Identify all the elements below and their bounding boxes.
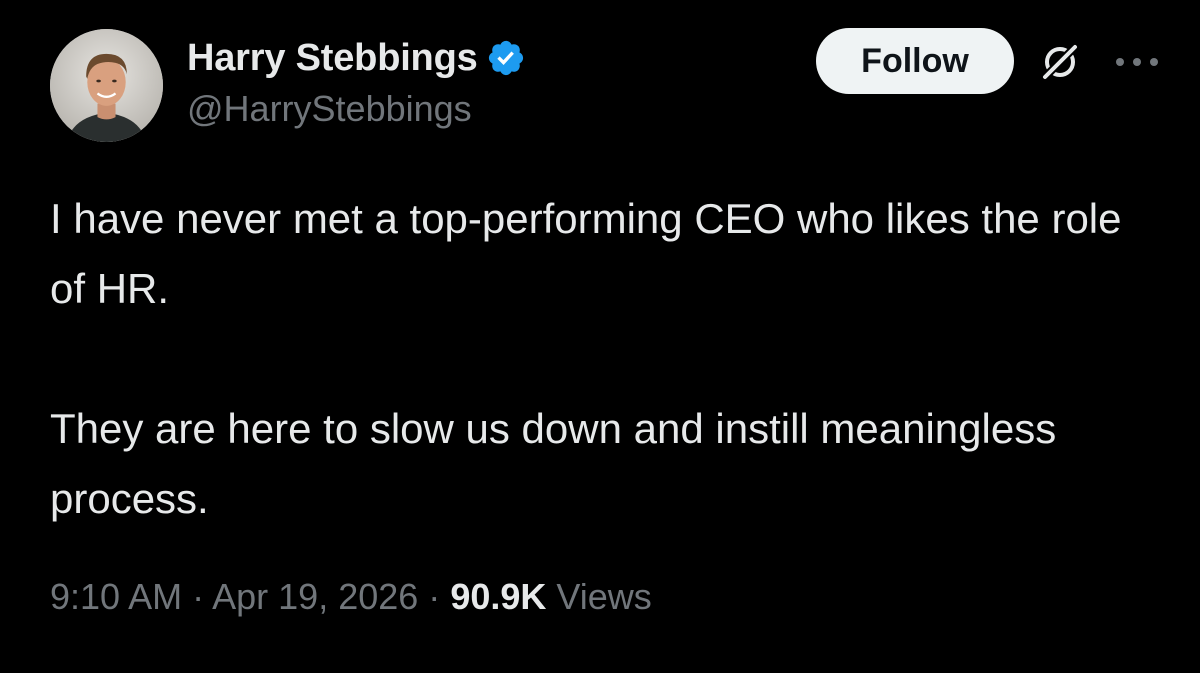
name-row: Harry Stebbings [187,34,526,82]
follow-button[interactable]: Follow [816,28,1014,94]
tweet-date[interactable]: Apr 19, 2026 [212,576,418,617]
meta-separator: · [428,576,441,617]
author-identity: Harry Stebbings @HarryStebbings [187,34,526,130]
views-label: Views [556,576,652,617]
more-options-icon[interactable] [1112,52,1162,72]
tweet-paragraph-2: They are here to slow us down and instil… [50,405,1057,522]
tweet-paragraph-1: I have never met a top-performing CEO wh… [50,195,1122,312]
grok-icon[interactable] [1038,40,1082,84]
tweet-text: I have never met a top-performing CEO wh… [50,184,1160,534]
avatar-image [50,29,163,142]
views-count: 90.9K [450,576,547,617]
tweet-card: Harry Stebbings @HarryStebbings Follow I… [0,0,1200,673]
tweet-meta: 9:10 AM · Apr 19, 2026 · 90.9K Views [50,576,652,618]
verified-badge-icon[interactable] [486,38,526,78]
author-avatar[interactable] [50,29,163,142]
tweet-time[interactable]: 9:10 AM [50,576,182,617]
meta-separator: · [192,576,205,617]
author-display-name[interactable]: Harry Stebbings [187,37,478,80]
author-handle[interactable]: @HarryStebbings [187,88,526,130]
